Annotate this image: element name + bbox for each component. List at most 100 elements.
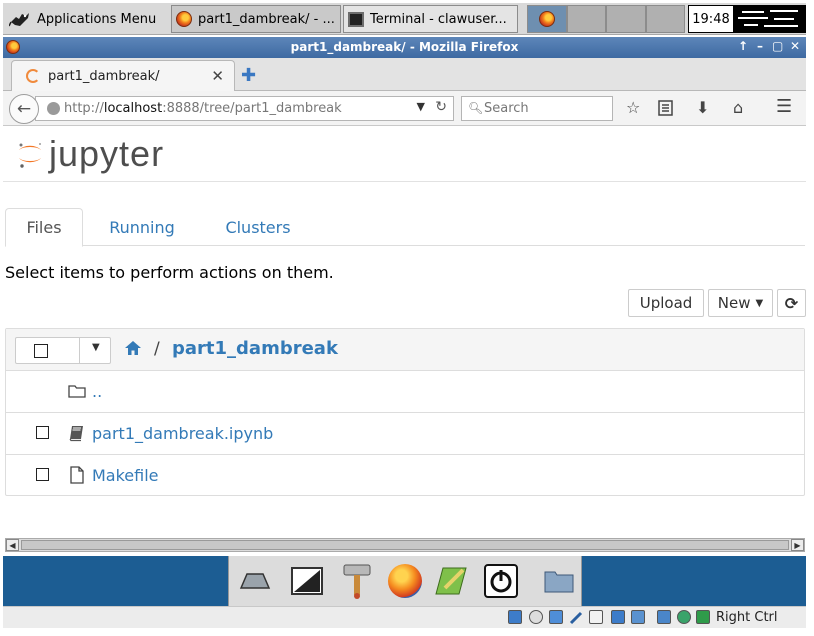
list-item[interactable]: .. xyxy=(6,371,804,413)
back-arrow-icon: ← xyxy=(16,99,32,119)
workspace-2[interactable] xyxy=(566,5,606,33)
tab-title: part1_dambreak/ xyxy=(48,68,160,84)
page-content: jupyter Files Running Clusters Select it… xyxy=(3,127,806,538)
item-name[interactable]: .. xyxy=(92,382,102,401)
hard-disk-icon[interactable] xyxy=(508,610,522,624)
workspace-switcher[interactable] xyxy=(527,5,685,33)
terminal-icon xyxy=(348,11,364,27)
applications-menu-button[interactable]: Applications Menu xyxy=(5,5,167,33)
new-button[interactable]: New ▼ xyxy=(708,289,773,317)
upload-button[interactable]: Upload xyxy=(628,289,704,317)
item-checkbox[interactable] xyxy=(36,426,49,439)
globe-icon xyxy=(47,102,60,115)
url-prefix: http:// xyxy=(64,101,104,116)
mouse-integration-icon[interactable] xyxy=(677,610,691,624)
keyboard-capture-icon[interactable] xyxy=(696,610,710,624)
jupyter-header: jupyter xyxy=(3,127,806,182)
minimize-button[interactable]: – xyxy=(757,39,763,53)
item-name[interactable]: part1_dambreak.ipynb xyxy=(92,424,273,443)
select-all-dropdown[interactable]: ▼ xyxy=(15,337,111,364)
url-bar[interactable]: http://localhost:8888/tree/part1_dambrea… xyxy=(35,96,454,121)
back-button[interactable]: ← xyxy=(9,94,39,124)
reload-icon[interactable]: ↻ xyxy=(435,99,447,115)
clock[interactable]: 19:48 xyxy=(688,5,734,33)
host-key-label: Right Ctrl xyxy=(716,610,778,625)
breadcrumb-current-dir[interactable]: part1_dambreak xyxy=(172,338,338,359)
close-window-button[interactable]: ✕ xyxy=(790,39,800,53)
firefox-launcher-icon[interactable] xyxy=(385,562,425,600)
item-checkbox[interactable] xyxy=(36,468,49,481)
scroll-left-icon[interactable]: ◀ xyxy=(6,539,19,551)
network-icon[interactable] xyxy=(549,610,563,624)
system-tray[interactable] xyxy=(734,5,806,33)
show-desktop-icon[interactable] xyxy=(235,562,275,600)
jupyter-tabs: Files Running Clusters xyxy=(5,208,805,247)
shade-button[interactable]: ↑ xyxy=(738,39,748,53)
item-name[interactable]: Makefile xyxy=(92,466,159,485)
firefox-icon xyxy=(176,11,192,27)
url-host: localhost xyxy=(103,101,163,116)
shared-folders-icon[interactable] xyxy=(589,610,603,624)
workspace-3[interactable] xyxy=(606,5,646,33)
cpu-icon[interactable] xyxy=(657,610,671,624)
workspace-1[interactable] xyxy=(527,5,567,33)
file-icon xyxy=(70,466,84,484)
scroll-right-icon[interactable]: ▶ xyxy=(791,539,804,551)
tab-running[interactable]: Running xyxy=(97,208,187,246)
loading-spinner-icon xyxy=(26,69,40,83)
list-item[interactable]: Makefile xyxy=(6,455,804,497)
task-label: Terminal - clawuser... xyxy=(370,11,507,27)
file-list-header: ▼ / part1_dambreak xyxy=(6,329,804,371)
usb-icon[interactable] xyxy=(569,610,583,625)
home-icon[interactable]: ⌂ xyxy=(733,98,743,117)
bottom-dock xyxy=(3,556,806,606)
search-placeholder: Search xyxy=(484,101,529,116)
dock-launchers xyxy=(228,556,582,606)
task-terminal[interactable]: Terminal - clawuser... xyxy=(343,5,518,33)
file-list: ▼ / part1_dambreak .. part1_dambreak.ipy… xyxy=(5,328,805,496)
jupyter-logo[interactable]: jupyter xyxy=(15,133,164,175)
search-icon: 🔍︎ xyxy=(468,101,484,115)
select-all-checkbox[interactable] xyxy=(34,344,48,358)
task-firefox[interactable]: part1_dambreak/ - ... xyxy=(171,5,341,33)
refresh-button[interactable]: ⟳ xyxy=(777,289,806,317)
xfce-mouse-icon xyxy=(9,13,29,27)
caret-down-icon[interactable]: ▼ xyxy=(92,342,100,353)
top-panel: Applications Menu part1_dambreak/ - ... … xyxy=(3,3,806,35)
menu-icon[interactable]: ☰ xyxy=(776,96,792,117)
text-editor-icon[interactable] xyxy=(431,562,471,600)
browser-tab[interactable]: part1_dambreak/ ✕ xyxy=(11,60,235,91)
tab-files[interactable]: Files xyxy=(5,208,83,247)
url-dropdown-icon[interactable]: ▼ xyxy=(417,100,425,113)
selection-hint: Select items to perform actions on them. xyxy=(5,263,334,282)
new-tab-button[interactable]: ✚ xyxy=(241,65,256,86)
horizontal-scrollbar[interactable]: ◀ ▶ xyxy=(5,538,805,552)
caret-down-icon: ▼ xyxy=(755,297,764,309)
video-capture-icon[interactable] xyxy=(631,610,645,624)
breadcrumb-separator: / xyxy=(154,339,160,359)
tab-close-icon[interactable]: ✕ xyxy=(211,67,224,85)
workspace-4[interactable] xyxy=(645,5,685,33)
jupyter-wordmark: jupyter xyxy=(49,133,165,174)
notebook-icon xyxy=(69,426,83,442)
refresh-icon: ⟳ xyxy=(784,293,799,313)
search-input[interactable]: 🔍︎ Search xyxy=(461,96,613,121)
window-titlebar[interactable]: part1_dambreak/ - Mozilla Firefox ↑ – ▢ … xyxy=(3,37,806,58)
terminal-launcher-icon[interactable] xyxy=(287,562,327,600)
navigation-bar: http://localhost:8888/tree/part1_dambrea… xyxy=(3,91,806,126)
logout-icon[interactable] xyxy=(481,562,521,600)
settings-manager-icon[interactable] xyxy=(337,562,377,600)
url-path: :8888/tree/part1_dambreak xyxy=(162,101,342,116)
bookmark-star-icon[interactable]: ☆ xyxy=(626,98,640,117)
home-icon[interactable] xyxy=(124,339,142,357)
display-icon[interactable] xyxy=(611,610,625,624)
maximize-button[interactable]: ▢ xyxy=(772,39,783,53)
reading-list-icon[interactable] xyxy=(658,100,673,116)
optical-drive-icon[interactable] xyxy=(529,610,543,624)
list-item[interactable]: part1_dambreak.ipynb xyxy=(6,413,804,455)
downloads-icon[interactable]: ⬇ xyxy=(696,98,709,117)
scrollbar-thumb[interactable] xyxy=(21,540,789,550)
file-manager-icon[interactable] xyxy=(539,562,579,600)
vm-status-bar: Right Ctrl xyxy=(3,606,806,628)
tab-clusters[interactable]: Clusters xyxy=(211,208,305,246)
